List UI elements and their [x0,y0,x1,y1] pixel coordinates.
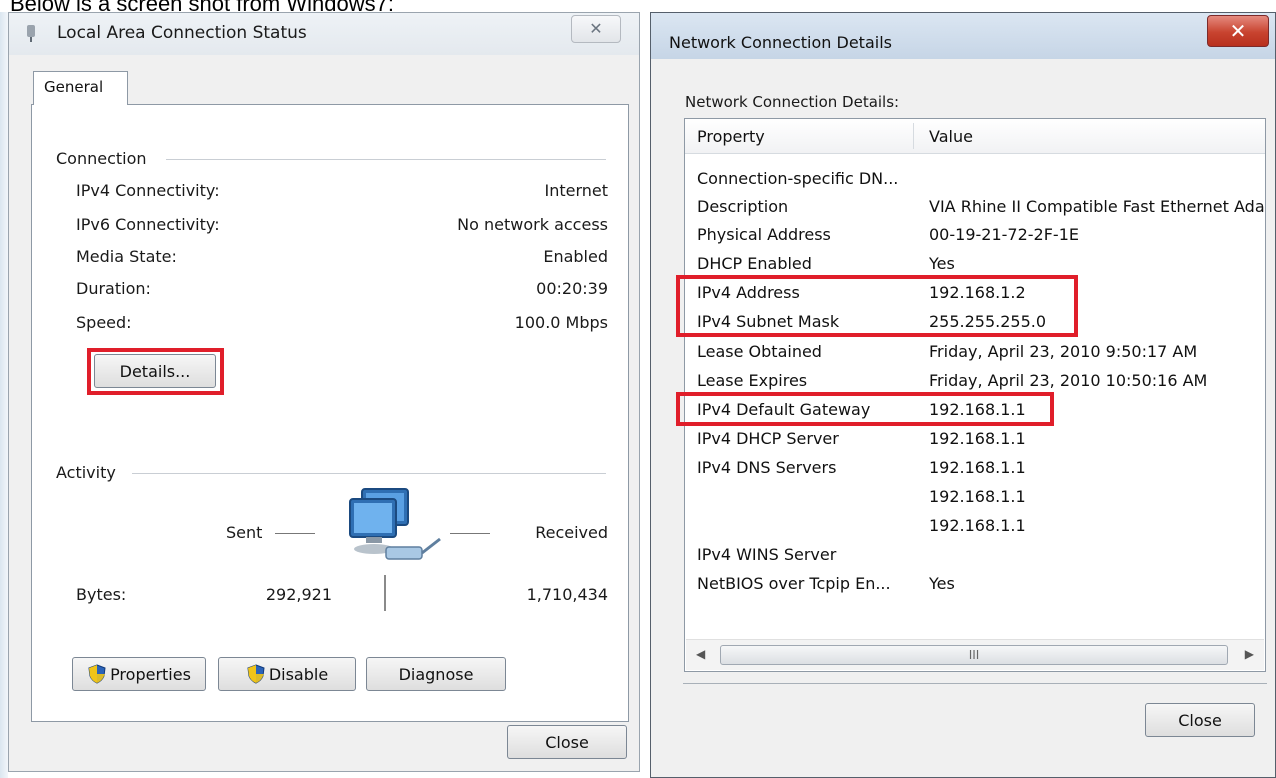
duration-value: 00:20:39 [536,279,608,298]
left-close-icon[interactable]: ✕ [571,15,621,43]
speed-label: Speed: [76,313,132,332]
bytes-separator [384,575,386,611]
connection-divider [166,159,606,160]
row-value: 192.168.1.1 [929,458,1026,477]
media-state-label: Media State: [76,247,177,266]
details-listview[interactable]: Property Value Connection-specific DN...… [684,118,1266,672]
sent-label: Sent [226,523,263,542]
row-property: Lease Expires [697,371,808,390]
row-value: 192.168.1.1 [929,516,1026,535]
properties-label: Properties [110,664,191,684]
ipv6-connectivity-value: No network access [457,215,608,234]
right-titlebar: Network Connection Details ✕ [651,13,1275,59]
diagnose-button[interactable]: Diagnose [366,657,506,691]
row-value: 00-19-21-72-2F-1E [929,225,1079,244]
disable-button[interactable]: Disable [218,657,356,691]
row-property: IPv4 Address [697,283,800,302]
row-property: Connection-specific DN... [697,169,899,188]
row-value: Friday, April 23, 2010 9:50:17 AM [929,342,1198,361]
tab-general[interactable]: General [33,71,128,105]
scroll-left-icon[interactable]: ◀ [696,647,705,661]
row-property: IPv4 DHCP Server [697,429,839,448]
bytes-received-value: 1,710,434 [526,585,608,604]
column-header-property[interactable]: Property [697,127,765,146]
ipv4-connectivity-label: IPv4 Connectivity: [76,181,220,200]
sent-line [275,533,315,534]
left-dialog-title: Local Area Connection Status [57,23,307,43]
row-property: Physical Address [697,225,831,244]
row-property: IPv4 Subnet Mask [697,312,840,331]
ipv6-connectivity-label: IPv6 Connectivity: [76,215,220,234]
row-property: Description [697,197,789,216]
column-header-value[interactable]: Value [929,127,973,146]
received-label: Received [535,523,608,542]
details-button[interactable]: Details... [94,354,216,388]
column-separator[interactable] [913,123,914,149]
left-close-button[interactable]: Close [507,725,627,759]
row-value: 192.168.1.1 [929,400,1026,419]
network-computers-icon [349,488,441,560]
activity-divider [132,473,606,474]
bytes-label: Bytes: [76,585,127,604]
general-tab-panel: Connection IPv4 Connectivity: Internet I… [31,104,629,722]
background-window-strip [0,12,8,778]
row-value: Yes [929,574,955,593]
row-property: IPv4 DNS Servers [697,458,837,477]
left-titlebar: Local Area Connection Status ✕ [9,13,639,55]
row-value: Yes [929,254,955,273]
right-dialog-title: Network Connection Details [669,33,892,52]
scroll-right-icon[interactable]: ▶ [1245,647,1254,661]
row-value: Friday, April 23, 2010 10:50:16 AM [929,371,1208,390]
scroll-thumb[interactable]: III [720,645,1228,665]
row-property: IPv4 Default Gateway [697,400,871,419]
speed-value: 100.0 Mbps [514,313,608,332]
right-close-icon[interactable]: ✕ [1207,15,1269,47]
uac-shield-icon [246,664,266,684]
right-close-button[interactable]: Close [1145,703,1255,737]
disable-label: Disable [268,664,329,684]
ipv4-connectivity-value: Internet [544,181,608,200]
horizontal-scrollbar[interactable]: ◀ III ▶ [686,639,1264,670]
media-state-value: Enabled [543,247,608,266]
properties-button[interactable]: Properties [72,657,206,691]
row-value: 255.255.255.0 [929,312,1047,331]
row-value: 192.168.1.2 [929,283,1026,302]
connection-heading: Connection [56,149,147,168]
details-group-label: Network Connection Details: [685,93,900,111]
row-property: Lease Obtained [697,342,822,361]
received-line [450,533,490,534]
listview-header: Property Value [685,119,1265,154]
row-value: 192.168.1.1 [929,487,1026,506]
row-property: NetBIOS over Tcpip En... [697,574,891,593]
row-property: IPv4 WINS Server [697,545,837,564]
local-area-connection-status-dialog: Local Area Connection Status ✕ General C… [8,12,640,772]
bytes-sent-value: 292,921 [265,585,332,604]
uac-shield-icon [87,664,107,684]
row-value: 192.168.1.1 [929,429,1026,448]
right-divider [683,683,1267,684]
duration-label: Duration: [76,279,151,298]
activity-heading: Activity [56,463,116,482]
row-value: VIA Rhine II Compatible Fast Ethernet Ad… [929,197,1265,216]
row-property: DHCP Enabled [697,254,812,273]
network-plug-icon [27,25,35,42]
